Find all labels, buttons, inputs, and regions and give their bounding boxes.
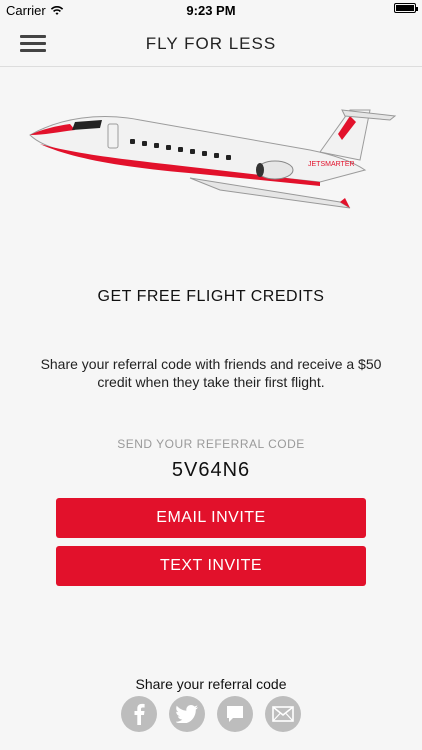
social-share-row	[0, 696, 422, 736]
mail-icon[interactable]	[265, 696, 301, 732]
status-right	[394, 3, 418, 13]
page-title: FLY FOR LESS	[145, 34, 277, 53]
hero-jet-image: JETSMARTER	[20, 90, 402, 220]
text-invite-button[interactable]: TEXT INVITE	[56, 546, 366, 586]
tail-logo-text: JETSMARTER	[308, 161, 355, 168]
headline: GET FREE FLIGHT CREDITS	[97, 288, 325, 305]
referral-code: 5V64N6	[171, 459, 251, 481]
description-text: Share your referral code with friends an…	[40, 356, 382, 390]
message-icon[interactable]	[217, 696, 253, 732]
email-invite-button[interactable]: EMAIL INVITE	[56, 498, 366, 538]
status-bar: Carrier 9:23 PM	[0, 0, 422, 22]
referral-label: SEND YOUR REFERRAL CODE	[117, 437, 305, 451]
share-label: Share your referral code	[135, 676, 287, 692]
battery-icon	[394, 3, 418, 13]
twitter-icon[interactable]	[169, 696, 205, 732]
status-time: 9:23 PM	[186, 3, 236, 18]
facebook-icon[interactable]	[121, 696, 157, 732]
private-jet-illustration: JETSMARTER	[29, 109, 397, 209]
nav-bar: FLY FOR LESS	[0, 22, 422, 67]
